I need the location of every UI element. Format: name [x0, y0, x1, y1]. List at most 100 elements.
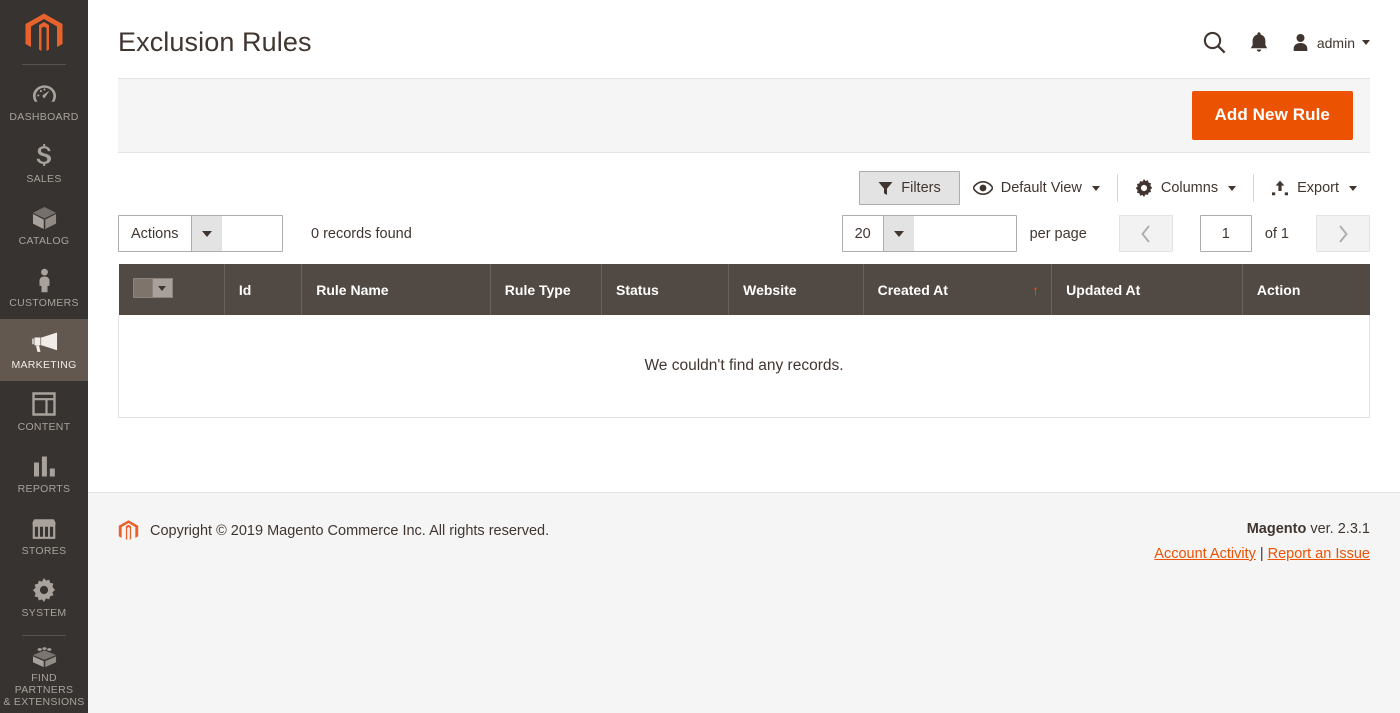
magento-logo-icon	[24, 12, 64, 57]
version-number: ver. 2.3.1	[1306, 521, 1370, 537]
grid-table-container: Id Rule Name Rule Type Status Website Cr…	[88, 264, 1400, 418]
sidebar-item-marketing[interactable]: MARKETING	[0, 318, 88, 381]
sort-ascending-icon: ↑	[1032, 281, 1040, 298]
sidebar-item-system[interactable]: SYSTEM	[0, 567, 88, 629]
sidebar-item-stores[interactable]: STORES	[0, 505, 88, 567]
grid-header: Id Rule Name Rule Type Status Website Cr…	[118, 264, 1370, 315]
column-header-select-all[interactable]	[118, 264, 225, 315]
puzzle-block-icon	[32, 646, 57, 668]
footer-right-block: Magento ver. 2.3.1 Account Activity | Repo…	[1154, 519, 1370, 568]
grid-header-row: Id Rule Name Rule Type Status Website Cr…	[118, 264, 1370, 315]
chevron-down-icon[interactable]	[152, 278, 173, 298]
column-label: Rule Type	[504, 281, 571, 298]
admin-username: admin	[1316, 34, 1355, 51]
sidebar-item-reports[interactable]: REPORTS	[0, 443, 88, 505]
admin-menu[interactable]: admin	[1291, 33, 1370, 52]
next-page-button[interactable]	[1316, 215, 1370, 252]
actions-select-value: Actions	[131, 225, 179, 242]
per-page-label: per page	[1029, 225, 1087, 242]
sidebar-divider-bottom	[22, 634, 66, 636]
column-header-action: Action	[1242, 264, 1370, 315]
funnel-icon	[878, 181, 893, 196]
add-new-rule-button[interactable]: Add New Rule	[1191, 91, 1353, 140]
toolbar-separator	[1116, 174, 1118, 202]
sidebar-item-sales[interactable]: SALES	[0, 133, 88, 195]
column-header-rule-type[interactable]: Rule Type	[490, 264, 603, 315]
columns-button[interactable]: Columns	[1122, 171, 1249, 205]
previous-page-button[interactable]	[1118, 215, 1173, 252]
column-label: Updated At	[1066, 281, 1141, 298]
per-page-select[interactable]: 20	[841, 215, 1017, 252]
magento-logo-icon	[118, 519, 139, 543]
sidebar-item-label: REPORTS	[17, 483, 71, 496]
column-header-updated-at[interactable]: Updated At	[1051, 264, 1243, 315]
export-upload-icon	[1271, 180, 1289, 196]
column-label: Status	[616, 281, 659, 298]
chevron-down-icon	[1349, 185, 1357, 191]
chevron-left-icon	[1141, 224, 1150, 243]
sidebar-item-label-line1: FIND PARTNERS	[14, 671, 74, 696]
column-header-id[interactable]: Id	[224, 264, 303, 315]
link-separator: |	[1259, 545, 1264, 562]
default-view-label: Default View	[1000, 180, 1082, 196]
grid-body: We couldn't find any records.	[118, 315, 1370, 418]
column-header-created-at[interactable]: Created At ↑	[863, 264, 1053, 315]
export-button[interactable]: Export	[1258, 172, 1370, 204]
bell-icon[interactable]	[1249, 31, 1269, 54]
sidebar-item-label: CONTENT	[17, 421, 71, 434]
sidebar-item-label: DASHBOARD	[9, 111, 79, 124]
export-label: Export	[1297, 180, 1339, 196]
account-activity-link[interactable]: Account Activity	[1154, 546, 1256, 562]
copyright-text: Copyright © 2019 Magento Commerce Inc. A…	[150, 523, 550, 539]
sidebar-item-catalog[interactable]: CATALOG	[0, 195, 88, 257]
column-header-rule-name[interactable]: Rule Name	[301, 264, 491, 315]
megaphone-icon	[31, 329, 58, 355]
grid-controls-row: Actions 0 records found 20 per page of 1	[88, 205, 1400, 264]
chevron-down-icon	[882, 216, 914, 251]
gear-icon	[32, 577, 56, 603]
brand-name: Magento	[1246, 521, 1307, 537]
default-view-button[interactable]: Default View	[960, 172, 1113, 204]
user-avatar-icon	[1291, 33, 1310, 52]
sidebar-item-label: MARKETING	[11, 359, 77, 372]
records-found-label: 0 records found	[311, 225, 412, 242]
pagination: 20 per page of 1	[841, 215, 1370, 252]
filters-button[interactable]: Filters	[859, 171, 960, 205]
layout-icon	[32, 391, 56, 417]
sidebar-item-label: SYSTEM	[21, 607, 67, 620]
chevron-down-icon	[190, 216, 222, 251]
sidebar-item-label: CATALOG	[18, 235, 70, 248]
current-page-input[interactable]	[1199, 215, 1252, 252]
magento-logo[interactable]	[0, 6, 88, 62]
grid-empty-row: We couldn't find any records.	[118, 315, 1370, 418]
page-title: Exclusion Rules	[118, 27, 312, 57]
sidebar-item-content[interactable]: CONTENT	[0, 381, 88, 443]
per-page-value: 20	[854, 225, 871, 242]
main-content-area: Exclusion Rules admin Add New Rule Filte…	[88, 0, 1400, 713]
version-info: Magento ver. 2.3.1	[1154, 519, 1370, 541]
mass-select-checkbox-dropdown[interactable]	[132, 278, 173, 298]
main-navigation-sidebar: DASHBOARD SALES CATALOG CUSTOMERS MARKET…	[0, 0, 88, 713]
sidebar-item-find-partners-extensions[interactable]: FIND PARTNERS & EXTENSIONS	[0, 640, 88, 713]
column-label: Rule Name	[316, 281, 389, 298]
sidebar-item-dashboard[interactable]: DASHBOARD	[0, 71, 88, 133]
column-header-status[interactable]: Status	[601, 264, 730, 315]
search-icon[interactable]	[1202, 30, 1227, 55]
sidebar-item-label: CUSTOMERS	[9, 297, 79, 310]
actions-select[interactable]: Actions	[118, 215, 283, 252]
column-header-website[interactable]: Website	[728, 264, 864, 315]
gear-icon	[1135, 179, 1153, 197]
column-label: Website	[743, 281, 797, 298]
sidebar-item-customers[interactable]: CUSTOMERS	[0, 257, 88, 319]
column-label: Id	[238, 281, 252, 298]
dollar-icon	[36, 143, 52, 169]
report-an-issue-link[interactable]: Report an Issue	[1268, 546, 1370, 562]
column-label: Created At	[877, 281, 948, 298]
chevron-down-icon	[1091, 185, 1100, 191]
toolbar-separator	[1253, 174, 1255, 202]
grid-empty-message: We couldn't find any records.	[118, 315, 1370, 418]
filters-label: Filters	[901, 180, 941, 196]
page-footer: Copyright © 2019 Magento Commerce Inc. A…	[88, 492, 1400, 713]
select-all-checkbox[interactable]	[132, 278, 153, 298]
